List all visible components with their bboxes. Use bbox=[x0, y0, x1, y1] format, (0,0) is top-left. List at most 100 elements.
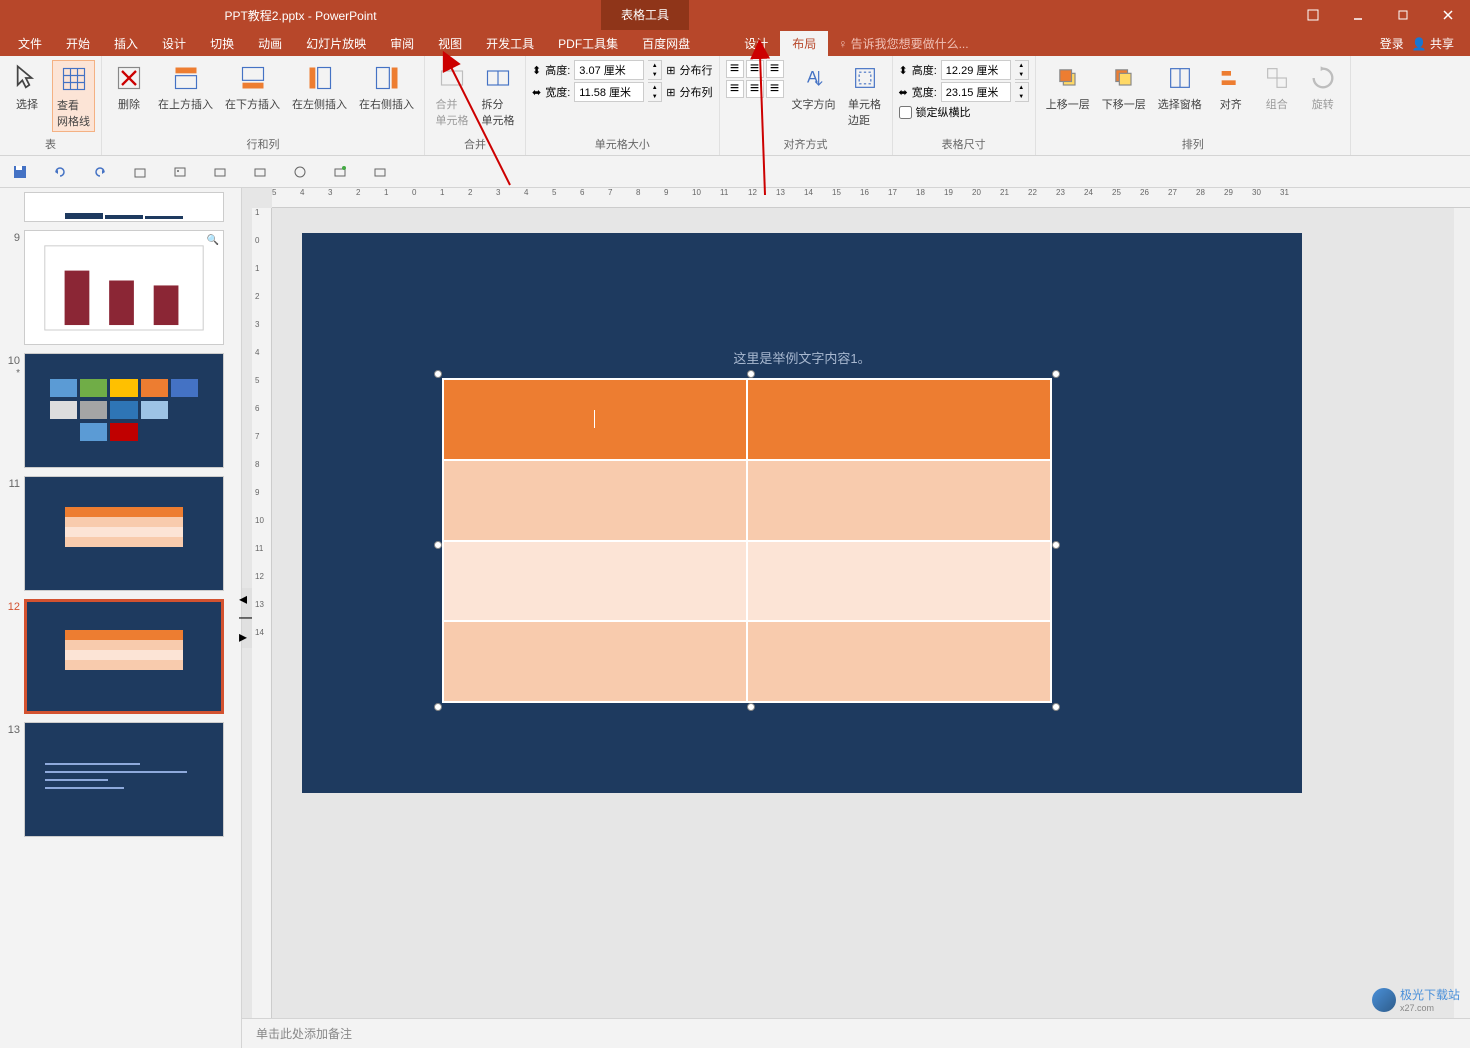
align-middle-right[interactable]: ≡ bbox=[766, 80, 784, 98]
slide-thumb-partial[interactable] bbox=[24, 192, 224, 222]
insert-below-button[interactable]: 在下方插入 bbox=[221, 60, 284, 114]
tab-developer[interactable]: 开发工具 bbox=[474, 31, 546, 56]
qat-icon-7[interactable] bbox=[370, 162, 390, 182]
table-height-input[interactable]: 12.29 厘米 bbox=[941, 60, 1011, 80]
select-button[interactable]: 选择 bbox=[6, 60, 48, 114]
tab-pdf[interactable]: PDF工具集 bbox=[546, 31, 630, 56]
login-button[interactable]: 登录 bbox=[1380, 35, 1404, 52]
distribute-rows-icon: ⊞ bbox=[666, 64, 675, 77]
group-label-alignment: 对齐方式 bbox=[784, 133, 828, 155]
slide-number: 11 bbox=[4, 476, 24, 591]
tell-me-search[interactable]: ♀ 告诉我您想要做什么... bbox=[838, 35, 968, 52]
tab-table-design[interactable]: 设计 bbox=[732, 31, 780, 56]
width-spinner[interactable]: ▲▼ bbox=[648, 82, 662, 102]
group-label-rows-cols: 行和列 bbox=[247, 133, 280, 155]
table-cell[interactable] bbox=[747, 621, 1051, 702]
align-top-left[interactable]: ≡ bbox=[726, 60, 744, 78]
table-width-icon: ⬌ bbox=[899, 86, 908, 99]
vertical-scrollbar[interactable] bbox=[1454, 208, 1470, 1018]
table-cell[interactable] bbox=[443, 460, 747, 541]
slide-thumb-12[interactable] bbox=[24, 599, 224, 714]
group-button: 组合 bbox=[1256, 60, 1298, 114]
qat-icon-1[interactable] bbox=[130, 162, 150, 182]
align-middle-left[interactable]: ≡ bbox=[726, 80, 744, 98]
table-height-spinner[interactable]: ▲▼ bbox=[1015, 60, 1029, 80]
group-label-table-size: 表格尺寸 bbox=[942, 133, 986, 155]
distribute-rows-button[interactable]: 分布行 bbox=[680, 62, 713, 78]
cell-width-input[interactable]: 11.58 厘米 bbox=[574, 82, 644, 102]
qat-icon-6[interactable] bbox=[330, 162, 350, 182]
lock-ratio-checkbox[interactable] bbox=[899, 106, 912, 119]
tab-design[interactable]: 设计 bbox=[150, 31, 198, 56]
slide-thumb-10[interactable] bbox=[24, 353, 224, 468]
ribbon-display-options-icon[interactable] bbox=[1290, 0, 1335, 30]
tab-baidu[interactable]: 百度网盘 bbox=[630, 31, 702, 56]
slide-table[interactable] bbox=[442, 378, 1052, 703]
insert-above-button[interactable]: 在上方插入 bbox=[154, 60, 217, 114]
delete-button[interactable]: 删除 bbox=[108, 60, 150, 114]
tab-transitions[interactable]: 切换 bbox=[198, 31, 246, 56]
send-backward-button[interactable]: 下移一层 bbox=[1098, 60, 1150, 114]
slide-title[interactable]: 这里是举例文字内容1。 bbox=[302, 233, 1302, 367]
slide-canvas[interactable]: 这里是举例文字内容1。 bbox=[302, 233, 1302, 793]
distribute-cols-button[interactable]: 分布列 bbox=[680, 84, 713, 100]
tab-slideshow[interactable]: 幻灯片放映 bbox=[294, 31, 378, 56]
insert-right-button[interactable]: 在右侧插入 bbox=[355, 60, 418, 114]
save-icon[interactable] bbox=[10, 162, 30, 182]
tab-file[interactable]: 文件 bbox=[6, 31, 54, 56]
slide-thumb-9[interactable]: 🔍 bbox=[24, 230, 224, 345]
close-button[interactable] bbox=[1425, 0, 1470, 30]
vertical-ruler: 101234567891011121314 bbox=[252, 208, 272, 1048]
minimize-button[interactable] bbox=[1335, 0, 1380, 30]
alignment-grid: ≡ ≡ ≡ ≡ ≡ ≡ bbox=[726, 60, 784, 98]
split-cells-button[interactable]: 拆分 单元格 bbox=[477, 60, 519, 130]
text-direction-button[interactable]: A 文字方向 bbox=[788, 60, 840, 114]
view-gridlines-button[interactable]: 查看 网格线 bbox=[52, 60, 95, 132]
tab-review[interactable]: 审阅 bbox=[378, 31, 426, 56]
align-middle-center[interactable]: ≡ bbox=[746, 80, 764, 98]
tab-view[interactable]: 视图 bbox=[426, 31, 474, 56]
tab-insert[interactable]: 插入 bbox=[102, 31, 150, 56]
share-button[interactable]: 👤 共享 bbox=[1412, 35, 1454, 52]
cell-height-input[interactable]: 3.07 厘米 bbox=[574, 60, 644, 80]
qat-icon-2[interactable] bbox=[170, 162, 190, 182]
insert-above-icon bbox=[170, 62, 202, 94]
notes-placeholder[interactable]: 单击此处添加备注 bbox=[242, 1018, 1470, 1048]
tab-table-layout[interactable]: 布局 bbox=[780, 31, 828, 56]
table-cell[interactable] bbox=[443, 541, 747, 622]
tab-home[interactable]: 开始 bbox=[54, 31, 102, 56]
slide-thumb-13[interactable] bbox=[24, 722, 224, 837]
panel-collapse-handle[interactable]: ◂—▸ bbox=[242, 588, 252, 648]
insert-right-icon bbox=[371, 62, 403, 94]
slide-panel[interactable]: 9 🔍 10* 11 bbox=[0, 188, 242, 1048]
insert-left-button[interactable]: 在左侧插入 bbox=[288, 60, 351, 114]
align-top-center[interactable]: ≡ bbox=[746, 60, 764, 78]
table-cell[interactable] bbox=[443, 621, 747, 702]
height-spinner[interactable]: ▲▼ bbox=[648, 60, 662, 80]
table-cell[interactable] bbox=[443, 379, 747, 460]
cell-margins-button[interactable]: 单元格 边距 bbox=[844, 60, 886, 130]
selection-pane-button[interactable]: 选择窗格 bbox=[1154, 60, 1206, 114]
table-width-spinner[interactable]: ▲▼ bbox=[1015, 82, 1029, 102]
group-label-cell-size: 单元格大小 bbox=[595, 133, 650, 155]
table-cell[interactable] bbox=[747, 541, 1051, 622]
redo-icon[interactable] bbox=[90, 162, 110, 182]
qat-icon-5[interactable] bbox=[290, 162, 310, 182]
lock-ratio-label: 锁定纵横比 bbox=[916, 104, 971, 120]
table-width-input[interactable]: 23.15 厘米 bbox=[941, 82, 1011, 102]
table-cell[interactable] bbox=[747, 460, 1051, 541]
align-top-right[interactable]: ≡ bbox=[766, 60, 784, 78]
table-cell[interactable] bbox=[747, 379, 1051, 460]
maximize-button[interactable] bbox=[1380, 0, 1425, 30]
slide-number: 10* bbox=[4, 353, 24, 468]
slide-thumb-11[interactable] bbox=[24, 476, 224, 591]
undo-icon[interactable] bbox=[50, 162, 70, 182]
bring-forward-button[interactable]: 上移一层 bbox=[1042, 60, 1094, 114]
tab-animations[interactable]: 动画 bbox=[246, 31, 294, 56]
qat-icon-3[interactable] bbox=[210, 162, 230, 182]
align-button[interactable]: 对齐 bbox=[1210, 60, 1252, 114]
document-title: PPT教程2.pptx - PowerPoint bbox=[0, 7, 601, 24]
qat-icon-4[interactable] bbox=[250, 162, 270, 182]
editor-area: ◂—▸ 543210123456789101112131415161718192… bbox=[242, 188, 1470, 1048]
table-height-label: 高度: bbox=[912, 62, 937, 78]
